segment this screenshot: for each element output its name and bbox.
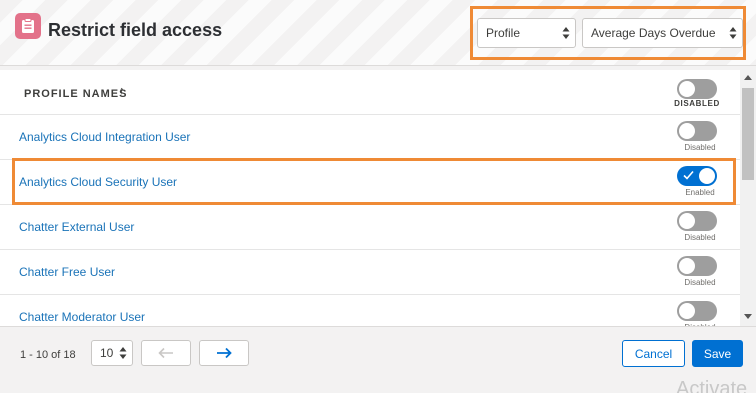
profile-link[interactable]: Chatter Free User bbox=[19, 265, 115, 279]
profile-link[interactable]: Chatter Moderator User bbox=[19, 310, 145, 324]
arrow-right-icon bbox=[217, 347, 232, 359]
clipboard-icon bbox=[15, 13, 41, 39]
scroll-up-arrow-icon[interactable] bbox=[744, 75, 752, 80]
toggle-knob bbox=[679, 258, 695, 274]
select-arrows-icon bbox=[119, 347, 127, 359]
modal-title: Restrict field access bbox=[48, 20, 223, 40]
header-toggle-label: DISABLED bbox=[674, 99, 720, 108]
save-button[interactable]: Save bbox=[692, 340, 743, 367]
row-toggle[interactable] bbox=[677, 121, 717, 141]
annotation-highlight-row bbox=[12, 158, 736, 205]
table-row: Chatter Moderator User Disabled bbox=[0, 295, 740, 326]
page-size-value: 10 bbox=[100, 346, 114, 360]
profile-link[interactable]: Chatter External User bbox=[19, 220, 134, 234]
profile-link[interactable]: Analytics Cloud Integration User bbox=[19, 130, 190, 144]
toggle-knob bbox=[679, 81, 695, 97]
toggle-state-label: Disabled bbox=[684, 278, 716, 287]
arrow-left-icon bbox=[158, 347, 173, 359]
row-toggle[interactable] bbox=[677, 256, 717, 276]
table-row: Chatter External User Disabled bbox=[0, 205, 740, 250]
cancel-button[interactable]: Cancel bbox=[622, 340, 685, 367]
scroll-thumb[interactable] bbox=[742, 88, 754, 180]
toggle-knob bbox=[679, 303, 695, 319]
table-row: Chatter Free User Disabled bbox=[0, 250, 740, 295]
column-header-profile-names[interactable]: PROFILE NAMES bbox=[24, 88, 127, 100]
page-size-select[interactable]: 10 bbox=[91, 340, 133, 366]
next-page-button[interactable] bbox=[199, 340, 249, 366]
header-toggle[interactable] bbox=[677, 79, 717, 99]
annotation-highlight-filters bbox=[470, 6, 746, 60]
row-toggle[interactable] bbox=[677, 301, 717, 321]
activation-watermark: Activate bbox=[676, 378, 748, 393]
scroll-down-arrow-icon[interactable] bbox=[744, 314, 752, 319]
row-toggle[interactable] bbox=[677, 211, 717, 231]
toggle-state-label: Disabled bbox=[684, 233, 716, 242]
toggle-knob bbox=[679, 213, 695, 229]
previous-page-button[interactable] bbox=[141, 340, 191, 366]
sort-ascending-icon[interactable]: ↑ bbox=[119, 85, 125, 97]
toggle-knob bbox=[679, 123, 695, 139]
modal-footer: 1 - 10 of 18 10 Cancel Save bbox=[0, 326, 756, 393]
column-header-row: PROFILE NAMES ↑ DISABLED bbox=[0, 70, 740, 115]
table-row: Analytics Cloud Integration User Disable… bbox=[0, 115, 740, 160]
pagination-range: 1 - 10 of 18 bbox=[20, 349, 76, 361]
vertical-scrollbar[interactable] bbox=[740, 70, 756, 326]
toggle-state-label: Disabled bbox=[684, 143, 716, 152]
